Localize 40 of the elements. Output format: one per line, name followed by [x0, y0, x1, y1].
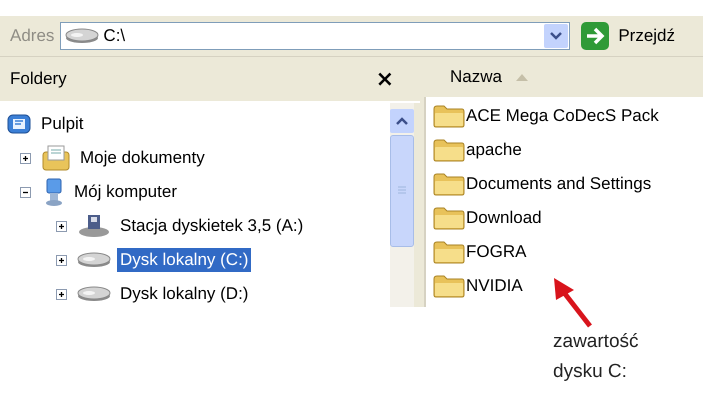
address-label: Adres: [10, 26, 54, 46]
tree-item[interactable]: Mój komputer: [71, 180, 180, 204]
column-header[interactable]: Nazwa: [450, 67, 502, 87]
drive-icon: [77, 286, 111, 302]
floppy-drive-icon: [77, 213, 111, 239]
folder-document-icon: [41, 144, 71, 172]
tree-item[interactable]: Dysk lokalny (C:): [117, 248, 252, 272]
drive-icon: [65, 28, 100, 44]
folder-icon: [432, 240, 466, 264]
expand-toggle[interactable]: [56, 288, 67, 300]
file-name[interactable]: FOGRA: [466, 242, 526, 262]
folder-icon: [432, 138, 466, 162]
dropdown-button[interactable]: [544, 24, 568, 48]
address-field[interactable]: C:\: [60, 22, 570, 50]
scrollbar[interactable]: [390, 103, 414, 307]
collapse-toggle[interactable]: [20, 186, 31, 198]
annotation-text: zawartość dysku C:: [553, 330, 640, 384]
close-button[interactable]: ×: [376, 66, 394, 92]
desktop-icon: [6, 112, 32, 136]
expand-toggle[interactable]: [20, 152, 31, 164]
file-name[interactable]: Download: [466, 208, 542, 228]
folder-icon: [432, 172, 466, 196]
file-name[interactable]: NVIDIA: [466, 276, 523, 296]
tree-item[interactable]: Moje dokumenty: [77, 146, 208, 170]
pane-title: Foldery: [10, 69, 67, 89]
scroll-up-icon: [395, 116, 409, 126]
folder-icon: [432, 104, 466, 128]
sort-icon: [514, 72, 530, 82]
tree-item[interactable]: Stacja dyskietek 3,5 (A:): [117, 214, 306, 238]
folder-icon: [432, 274, 466, 298]
tree-item[interactable]: Pulpit: [38, 112, 87, 136]
file-name[interactable]: apache: [466, 140, 522, 160]
file-name[interactable]: ACE Mega CoDecS Pack: [466, 106, 659, 126]
expand-toggle[interactable]: [56, 254, 67, 266]
tree-item[interactable]: Dysk lokalny (D:): [117, 282, 252, 306]
expand-toggle[interactable]: [56, 220, 67, 232]
drive-icon: [77, 252, 111, 268]
chevron-icon: [549, 31, 564, 41]
file-name[interactable]: Documents and Settings: [466, 174, 652, 194]
folder-icon: [432, 206, 466, 230]
